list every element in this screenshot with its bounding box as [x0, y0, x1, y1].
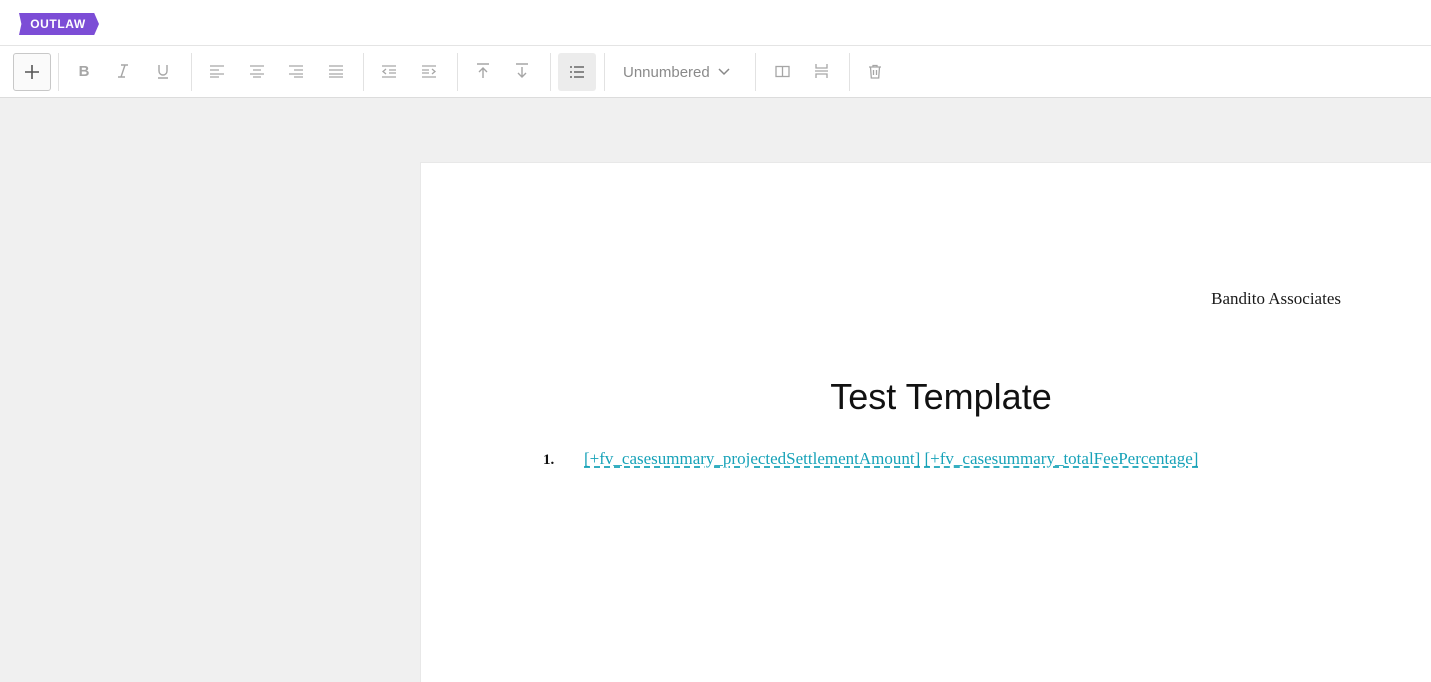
toolbar-divider	[457, 53, 458, 91]
toolbar-divider	[849, 53, 850, 91]
align-justify-button[interactable]	[318, 53, 354, 89]
arrow-down-icon	[516, 63, 528, 78]
bold-button[interactable]: B	[66, 53, 102, 89]
align-right-icon	[289, 65, 303, 78]
underline-icon	[158, 65, 168, 79]
add-block-button[interactable]	[13, 53, 51, 91]
arrow-up-icon	[477, 63, 489, 78]
document-workspace: Bandito Associates Test Template 1. [+fv_…	[0, 98, 1431, 682]
toolbar-divider	[604, 53, 605, 91]
list-number: 1.	[543, 452, 555, 468]
indent-button[interactable]	[411, 53, 447, 89]
outlaw-logo[interactable]: OUTLAW	[19, 13, 99, 35]
merge-field[interactable]: [+fv_casesummary_projectedSettlementAmou…	[584, 449, 920, 468]
editor-toolbar: B Unnumbered	[0, 46, 1431, 98]
merge-field[interactable]: [+fv_casesummary_totalFeePercentage]	[925, 449, 1199, 468]
italic-icon	[118, 64, 128, 78]
align-center-icon	[250, 65, 264, 78]
delete-button[interactable]	[857, 53, 893, 89]
toolbar-divider	[550, 53, 551, 91]
align-justify-icon	[329, 65, 343, 78]
page-break-button[interactable]	[803, 53, 839, 89]
document-title[interactable]: Test Template	[421, 376, 1431, 418]
top-bar: OUTLAW	[0, 0, 1431, 46]
outdent-button[interactable]	[371, 53, 407, 89]
list-icon	[570, 66, 584, 78]
align-left-button[interactable]	[199, 53, 235, 89]
underline-button[interactable]	[145, 53, 181, 89]
trash-icon	[869, 64, 881, 79]
chevron-down-icon	[718, 68, 730, 76]
list-item[interactable]: 1. [+fv_casesummary_projectedSettlementAm…	[543, 449, 1198, 469]
document-header[interactable]: Bandito Associates	[1211, 289, 1341, 309]
toolbar-divider	[191, 53, 192, 91]
document-page[interactable]: Bandito Associates Test Template 1. [+fv_…	[420, 162, 1431, 682]
move-down-button[interactable]	[504, 53, 540, 89]
page-break-icon	[814, 64, 828, 78]
plus-icon	[25, 65, 39, 79]
indent-icon	[422, 65, 437, 78]
toolbar-divider	[755, 53, 756, 91]
italic-button[interactable]	[105, 53, 141, 89]
move-up-button[interactable]	[465, 53, 501, 89]
numbering-select-value: Unnumbered	[623, 63, 710, 81]
align-left-icon	[210, 65, 224, 78]
list-button[interactable]	[558, 53, 596, 91]
align-center-button[interactable]	[239, 53, 275, 89]
outdent-icon	[381, 65, 396, 78]
align-right-button[interactable]	[278, 53, 314, 89]
bold-icon: B	[78, 62, 90, 80]
columns-button[interactable]	[764, 53, 800, 89]
toolbar-divider	[363, 53, 364, 91]
toolbar-divider	[58, 53, 59, 91]
columns-icon	[774, 65, 790, 77]
numbering-select[interactable]: Unnumbered	[613, 53, 743, 91]
